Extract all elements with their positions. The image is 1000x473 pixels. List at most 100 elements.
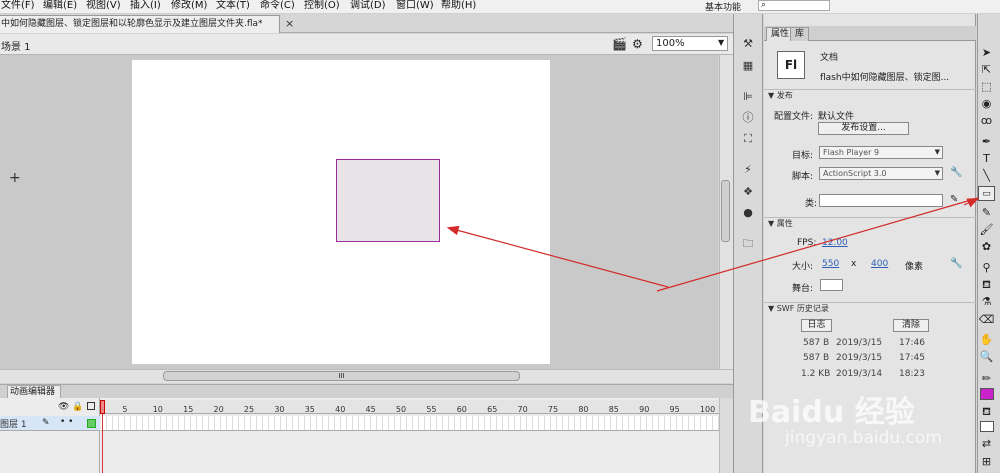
document-name: flash中如何隐藏图层、锁定图... <box>820 73 950 83</box>
section-swf-history-header[interactable]: ▼ SWF 历史记录 <box>764 302 976 315</box>
timeline-scrollbar[interactable] <box>719 398 733 473</box>
hand-tool-icon[interactable]: ✋ <box>978 332 995 347</box>
deco-tool-icon[interactable]: ✿ <box>978 239 995 254</box>
wrench-icon[interactable]: 🔧 <box>950 258 962 269</box>
script-select[interactable]: ActionScript 3.0 ▼ <box>819 167 943 180</box>
layer-visibility-dots[interactable]: • • <box>60 417 73 427</box>
zoom-select[interactable]: 100% <box>652 36 728 51</box>
paint-bucket-tool-icon[interactable]: ⛾ <box>978 277 995 292</box>
clear-button[interactable]: 清除 <box>893 319 929 332</box>
stage-color-swatch[interactable] <box>820 279 843 291</box>
help-search-input[interactable]: ⌕ <box>758 0 830 11</box>
info-icon[interactable]: ⓘ <box>741 111 755 125</box>
width-value[interactable]: 550 <box>822 259 839 269</box>
menu-help[interactable]: 帮助(H) <box>441 0 476 11</box>
fill-color-box[interactable] <box>980 421 994 432</box>
frame-number-label: 55 <box>426 405 437 414</box>
eraser-tool-icon[interactable]: ⌫ <box>978 312 995 327</box>
eye-icon[interactable]: 👁 <box>58 402 69 412</box>
class-input[interactable] <box>819 194 943 207</box>
menu-window[interactable]: 窗口(W) <box>396 0 434 11</box>
eyedropper-tool-icon[interactable]: ⚗ <box>978 294 995 309</box>
chevron-down-icon[interactable]: ▼ <box>718 38 724 47</box>
menu-view[interactable]: 视图(V) <box>86 0 121 11</box>
workspace-switcher[interactable]: 基本功能 <box>705 0 741 13</box>
lasso-tool-icon[interactable]: ꝏ <box>978 113 995 128</box>
playhead-line <box>102 414 103 473</box>
stroke-color-icon[interactable]: ✏ <box>978 371 995 386</box>
playhead[interactable] <box>100 400 105 414</box>
menu-insert[interactable]: 插入(I) <box>130 0 161 11</box>
3d-rotation-tool-icon[interactable]: ◉ <box>978 96 995 111</box>
horizontal-scroll-thumb[interactable]: III <box>163 371 520 381</box>
menu-debug[interactable]: 调试(D) <box>350 0 386 11</box>
layer-color-swatch[interactable] <box>87 419 96 428</box>
menu-modify[interactable]: 修改(M) <box>171 0 207 11</box>
fps-value[interactable]: 12.00 <box>822 238 848 248</box>
tools-icon[interactable]: ⚒ <box>741 37 755 51</box>
pencil-icon[interactable]: ✎ <box>950 194 958 205</box>
menu-edit[interactable]: 编辑(E) <box>43 0 77 11</box>
frame-number-label: 25 <box>243 405 255 414</box>
fill-bucket-icon[interactable]: ⛾ <box>978 404 995 419</box>
menu-file[interactable]: 文件(F) <box>1 0 35 11</box>
frame-number-label: 50 <box>395 405 407 414</box>
log-button[interactable]: 日志 <box>801 319 832 332</box>
bone-tool-icon[interactable]: ⚲ <box>978 260 995 275</box>
components-icon[interactable]: ❖ <box>741 185 755 199</box>
rectangle-shape[interactable] <box>336 159 440 242</box>
fps-label: FPS: <box>797 238 817 248</box>
scene-breadcrumb[interactable]: 场景 1 <box>1 38 31 53</box>
free-transform-tool-icon[interactable]: ⬚ <box>978 79 995 94</box>
line-tool-icon[interactable]: ╲ <box>978 168 995 183</box>
document-tab[interactable]: 中如何隐藏图层、锁定图层和以轮廓色显示及建立图层文件夹.fla* <box>0 15 280 33</box>
size-unit: 像素 <box>905 262 924 272</box>
color-icon[interactable]: ● <box>741 206 755 220</box>
target-select[interactable]: Flash Player 9 ▼ <box>819 146 943 159</box>
layer-name[interactable]: 图层 1 <box>0 417 27 430</box>
swap-colors-icon[interactable]: ⇄ <box>978 436 995 451</box>
lock-icon[interactable]: 🔒 <box>72 402 83 412</box>
outline-icon[interactable] <box>87 402 95 410</box>
zoom-tool-icon[interactable]: 🔍 <box>978 349 995 364</box>
actions-icon[interactable]: ⚡ <box>741 163 755 177</box>
profile-label: 配置文件: <box>774 112 814 122</box>
history-time: 18:23 <box>899 369 925 379</box>
subselection-tool-icon[interactable]: ⇱ <box>978 62 995 77</box>
fill-color-swatch[interactable] <box>980 388 994 400</box>
height-value[interactable]: 400 <box>871 259 888 269</box>
section-swf-history-label: SWF 历史记录 <box>776 304 829 313</box>
edit-symbol-icon[interactable]: ⚙ <box>632 37 643 51</box>
library-icon[interactable]: 🗀 <box>741 237 755 251</box>
edit-scene-icon[interactable]: 🎬 <box>612 37 627 51</box>
timeline-tab-bar <box>0 384 733 398</box>
tab-library[interactable]: 库 <box>790 27 810 41</box>
pencil-tool-icon[interactable]: ✎ <box>978 205 995 220</box>
section-properties-header[interactable]: ▼ 属性 <box>764 217 976 230</box>
watermark-url: jingyan.baidu.com <box>785 428 942 448</box>
tab-motion-editor[interactable]: 动画编辑器 <box>7 385 61 398</box>
frame-number-label: 95 <box>669 405 680 414</box>
target-label: 目标: <box>792 151 814 161</box>
frame-number-label: 65 <box>487 405 498 414</box>
transform-icon[interactable]: ⛶ <box>741 132 755 146</box>
section-publish-header[interactable]: ▼ 发布 <box>764 89 976 102</box>
menu-control[interactable]: 控制(O) <box>304 0 340 11</box>
rectangle-tool-icon[interactable]: ▭ <box>978 186 995 201</box>
selection-tool-icon[interactable]: ➤ <box>978 45 995 60</box>
frames-row[interactable] <box>101 416 719 431</box>
wrench-icon[interactable]: 🔧 <box>950 167 962 178</box>
flash-logo-icon: Fl <box>777 51 805 79</box>
close-tab-icon[interactable]: × <box>285 17 294 30</box>
align-icon[interactable]: ⊫ <box>741 90 755 104</box>
snap-icon[interactable]: ⊞ <box>978 454 995 469</box>
menu-commands[interactable]: 命令(C) <box>260 0 295 11</box>
pen-tool-icon[interactable]: ✒ <box>978 134 995 149</box>
vertical-scroll-thumb[interactable] <box>721 180 730 242</box>
publish-settings-button[interactable]: 发布设置... <box>818 122 909 135</box>
menu-text[interactable]: 文本(T) <box>216 0 250 11</box>
brush-tool-icon[interactable]: 🖌 <box>978 222 995 237</box>
text-tool-icon[interactable]: T <box>978 151 995 166</box>
frame-ruler[interactable] <box>101 400 719 414</box>
grid-icon[interactable]: ▦ <box>741 59 755 73</box>
